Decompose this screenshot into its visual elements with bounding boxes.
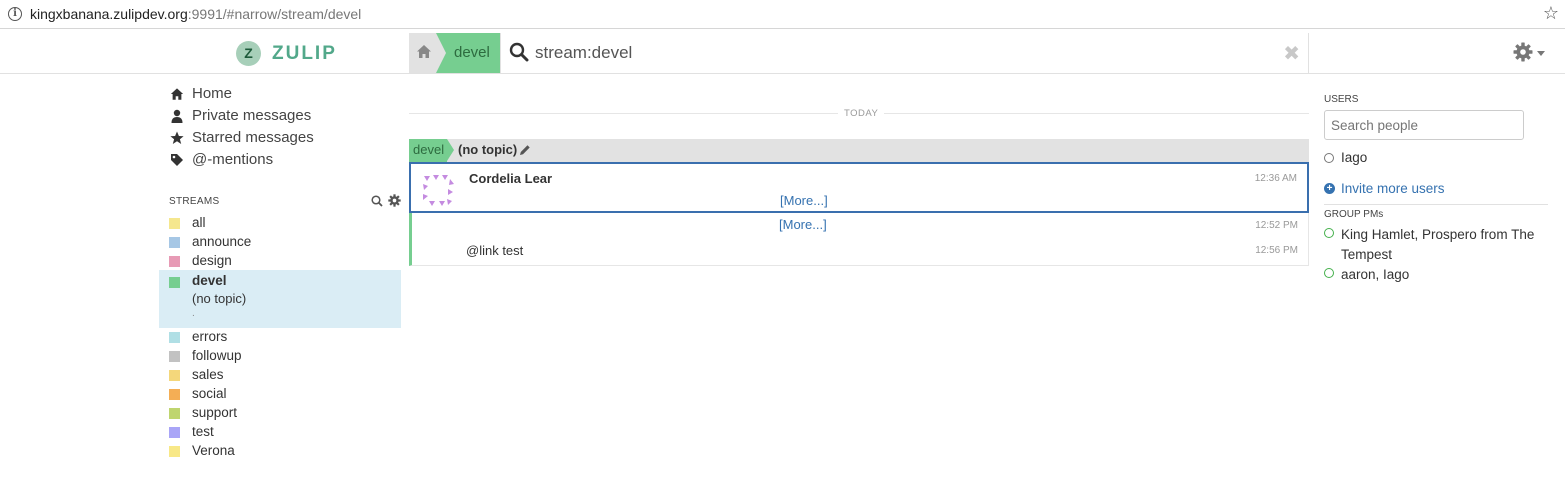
home-icon xyxy=(170,88,184,100)
stream-item-verona[interactable]: Verona xyxy=(159,442,401,461)
users-heading: USERS xyxy=(1324,94,1359,105)
stream-name: errors xyxy=(192,329,228,344)
zulip-logo-text: ZULIP xyxy=(272,43,337,64)
search-icon xyxy=(509,42,529,62)
stream-name: announce xyxy=(192,234,252,249)
search-icon[interactable] xyxy=(371,195,383,207)
stream-color-swatch xyxy=(169,370,180,381)
stream-color-swatch xyxy=(169,446,180,457)
browser-address-bar: i kingxbanana.zulipdev.org:9991/#narrow/… xyxy=(0,0,1565,29)
stream-name: all xyxy=(192,215,206,230)
stream-color-swatch xyxy=(169,256,180,267)
stream-name: design xyxy=(192,253,232,268)
stream-name: test xyxy=(192,424,214,439)
nav-item-label: Private messages xyxy=(192,107,312,124)
home-icon xyxy=(417,45,431,58)
date-label: TODAY xyxy=(838,108,885,119)
message-timestamp[interactable]: 12:52 PM xyxy=(1255,220,1298,231)
chevron-down-icon[interactable] xyxy=(1537,51,1545,56)
stream-color-swatch xyxy=(169,389,180,400)
pencil-icon[interactable] xyxy=(519,144,531,156)
stream-item-test[interactable]: test xyxy=(159,423,401,442)
group-pm-name: aaron, Iago xyxy=(1341,267,1410,282)
zulip-logo-icon: Z xyxy=(236,41,261,66)
stream-item-errors[interactable]: errors xyxy=(159,328,401,347)
presence-icon xyxy=(1324,268,1334,278)
stream-item-followup[interactable]: followup xyxy=(159,347,401,366)
more-link[interactable]: [More...] xyxy=(779,217,827,232)
search-bar[interactable]: stream:devel ✖ xyxy=(500,33,1309,73)
message-sender[interactable]: Cordelia Lear xyxy=(469,171,552,186)
message-timestamp[interactable]: 12:56 PM xyxy=(1255,245,1298,256)
nav-item-label: @-mentions xyxy=(192,151,274,168)
stream-color-swatch xyxy=(169,218,180,229)
stream-name: sales xyxy=(192,367,224,382)
stream-color-swatch xyxy=(169,408,180,419)
stream-color-swatch xyxy=(169,332,180,343)
info-icon[interactable]: i xyxy=(8,7,22,21)
stream-color-swatch xyxy=(169,427,180,438)
user-name: Iago xyxy=(1341,150,1368,165)
stream-item-design[interactable]: design xyxy=(159,252,401,271)
topic-item[interactable]: (no topic) xyxy=(192,291,246,306)
stream-color-swatch xyxy=(169,237,180,248)
home-tab[interactable] xyxy=(409,33,439,73)
topic-more-dot: . xyxy=(192,308,195,319)
gear-icon[interactable] xyxy=(1513,42,1533,62)
gear-icon[interactable] xyxy=(388,194,401,207)
group-pms-heading: GROUP PMs xyxy=(1324,209,1384,220)
close-icon[interactable]: ✖ xyxy=(1283,41,1300,66)
invite-label: Invite more users xyxy=(1341,181,1445,196)
stream-name: social xyxy=(192,386,227,401)
group-pm-item[interactable]: aaron, Iago xyxy=(1324,265,1548,285)
more-link[interactable]: [More...] xyxy=(780,193,828,208)
presence-icon xyxy=(1324,228,1334,238)
message-row-selected[interactable]: Cordelia Lear 12:36 AM [More...] xyxy=(409,162,1309,213)
plus-circle-icon: + xyxy=(1324,183,1335,194)
stream-item-sales[interactable]: sales xyxy=(159,366,401,385)
stream-item-social[interactable]: social xyxy=(159,385,401,404)
app-header: Z ZULIP devel stream:devel ✖ xyxy=(0,33,1565,74)
group-pm-name: King Hamlet, Prospero from The Tempest xyxy=(1341,227,1535,262)
star-icon xyxy=(170,131,184,144)
stream-name: devel xyxy=(192,273,227,288)
narrow-stream-tab[interactable]: devel xyxy=(436,33,500,73)
bookmark-star-icon[interactable]: ☆ xyxy=(1543,3,1559,24)
nav-item-label: Starred messages xyxy=(192,129,314,146)
address-url[interactable]: kingxbanana.zulipdev.org:9991/#narrow/st… xyxy=(30,6,361,22)
user-icon xyxy=(171,109,183,123)
tag-icon xyxy=(171,154,183,166)
avatar[interactable] xyxy=(420,172,455,207)
group-pm-item[interactable]: King Hamlet, Prospero from The Tempest xyxy=(1324,225,1548,265)
recipient-chevron xyxy=(447,139,454,161)
message-group: [More...] 12:52 PM @link test 12:56 PM xyxy=(409,213,1309,266)
divider xyxy=(1324,204,1548,205)
message-timestamp[interactable]: 12:36 AM xyxy=(1255,173,1297,184)
recipient-topic[interactable]: (no topic) xyxy=(458,142,517,157)
breadcrumb-chevron xyxy=(436,33,446,73)
narrow-stream-label: devel xyxy=(454,44,490,61)
stream-item-all[interactable]: all xyxy=(159,214,401,233)
streams-heading: STREAMS xyxy=(169,196,220,207)
stream-name: Verona xyxy=(192,443,235,458)
message-content: @link test xyxy=(466,243,524,258)
recipient-bar: devel (no topic) xyxy=(409,139,1309,162)
stream-item-devel[interactable]: devel (no topic) . xyxy=(159,270,401,328)
search-input[interactable]: stream:devel xyxy=(535,43,632,63)
stream-item-support[interactable]: support xyxy=(159,404,401,423)
presence-icon xyxy=(1324,153,1334,163)
stream-color-swatch xyxy=(169,351,180,362)
recipient-stream[interactable]: devel xyxy=(409,139,447,162)
nav-item-label: Home xyxy=(192,85,233,102)
stream-name: support xyxy=(192,405,238,420)
search-people-input[interactable] xyxy=(1324,110,1524,140)
stream-color-swatch xyxy=(169,277,180,288)
stream-item-announce[interactable]: announce xyxy=(159,233,401,252)
stream-name: followup xyxy=(192,348,242,363)
